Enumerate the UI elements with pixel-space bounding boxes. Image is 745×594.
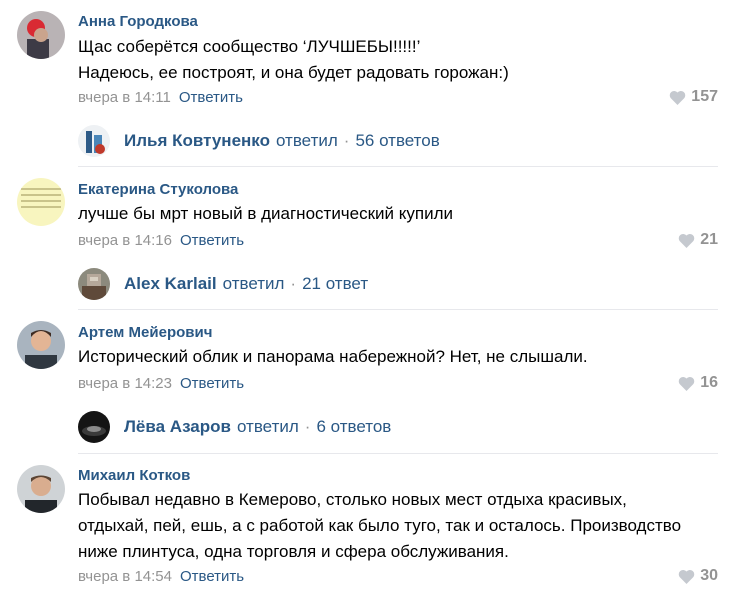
like-button[interactable]: 157	[669, 88, 718, 106]
avatar[interactable]	[17, 11, 65, 59]
comment-author[interactable]: Михаил Котков	[78, 467, 190, 484]
heart-icon	[678, 569, 695, 584]
reply-author[interactable]: Alex Karlail	[124, 274, 217, 294]
comment-text-line: отдыхай, пей, ешь, а с работой как было …	[78, 516, 682, 535]
comment-meta: вчера в 14:11 Ответить	[78, 89, 243, 106]
comment-author[interactable]: Анна Городкова	[78, 13, 198, 30]
reply-verb: ответил	[275, 131, 338, 150]
reply-count[interactable]: 56 ответов	[355, 131, 439, 151]
separator-dot: ·	[290, 274, 297, 293]
separator-dot: ·	[304, 417, 311, 436]
reply-verb: ответил	[236, 417, 299, 436]
comment-time[interactable]: вчера в 14:23	[78, 375, 172, 392]
avatar	[78, 411, 110, 443]
reply-button[interactable]: Ответить	[179, 89, 243, 106]
comment-meta: вчера в 14:16 Ответить	[78, 232, 244, 249]
comment-text-line: ниже плинтуса, одна торговля и сфера обс…	[78, 542, 509, 561]
like-count: 16	[700, 374, 718, 391]
comment-text-line: лучше бы мрт новый в диагностический куп…	[78, 204, 454, 223]
avatar[interactable]	[17, 321, 65, 369]
like-count: 21	[700, 231, 718, 248]
comment-time[interactable]: вчера в 14:16	[78, 232, 172, 249]
comment-meta: вчера в 14:23 Ответить	[78, 375, 244, 392]
divider	[78, 453, 718, 454]
comment-time[interactable]: вчера в 14:54	[78, 568, 172, 585]
reply-button[interactable]: Ответить	[180, 568, 244, 585]
reply-verb: ответил	[222, 274, 285, 293]
reply-button[interactable]: Ответить	[180, 375, 244, 392]
reply-count[interactable]: 21 ответ	[302, 274, 368, 294]
comment-time[interactable]: вчера в 14:11	[78, 89, 171, 106]
like-button[interactable]: 16	[678, 374, 718, 392]
like-count: 157	[691, 88, 718, 105]
comment-meta: вчера в 14:54 Ответить	[78, 568, 244, 585]
avatar	[78, 268, 110, 300]
avatar	[78, 125, 110, 157]
comment-text-line: Надеюсь, ее построят, и она будет радова…	[78, 63, 509, 82]
heart-icon	[670, 90, 686, 105]
comment-author[interactable]: Артем Мейерович	[78, 324, 212, 341]
reply-button[interactable]: Ответить	[180, 232, 244, 249]
like-count: 30	[700, 567, 718, 584]
replies-thread[interactable]: Илья Ковтуненко ответил · 56 ответов	[78, 124, 440, 158]
replies-thread[interactable]: Alex Karlail ответил · 21 ответ	[78, 267, 368, 301]
replies-thread[interactable]: Лёва Азаров ответил · 6 ответов	[78, 410, 391, 444]
comment-text-line: Щас соберётся сообщество ‘ЛУЧШЕБЫ!!!!!’	[78, 37, 421, 56]
heart-icon	[678, 233, 695, 248]
separator-dot: ·	[343, 131, 350, 150]
reply-author[interactable]: Лёва Азаров	[124, 417, 231, 437]
avatar[interactable]	[17, 178, 65, 226]
comment-text-line: Побывал недавно в Кемерово, столько новы…	[78, 490, 627, 509]
comment-author[interactable]: Екатерина Стуколова	[78, 181, 238, 198]
reply-author[interactable]: Илья Ковтуненко	[124, 131, 270, 151]
divider	[78, 309, 718, 310]
like-button[interactable]: 21	[678, 231, 718, 249]
divider	[78, 166, 718, 167]
avatar[interactable]	[17, 465, 65, 513]
comment-text-line: Исторический облик и панорама набережной…	[78, 347, 588, 366]
heart-icon	[678, 376, 695, 391]
like-button[interactable]: 30	[678, 567, 718, 585]
reply-count[interactable]: 6 ответов	[316, 417, 391, 437]
